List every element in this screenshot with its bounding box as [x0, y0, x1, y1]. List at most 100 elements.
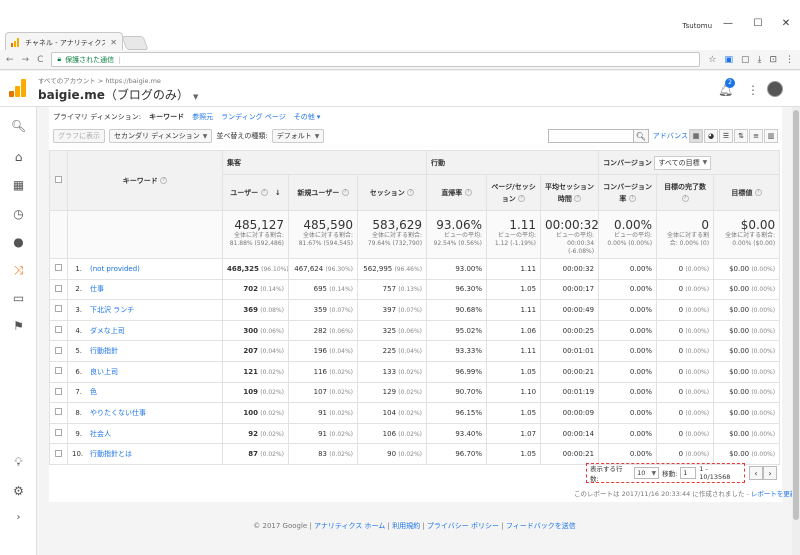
- back-icon[interactable]: ←: [6, 55, 14, 65]
- keyword-link[interactable]: 下北沢 ランチ: [90, 306, 134, 314]
- table-search-input[interactable]: [547, 129, 634, 143]
- keyword-link[interactable]: やりたくない仕事: [90, 409, 146, 417]
- help-icon[interactable]: ?: [754, 189, 762, 196]
- row-checkbox[interactable]: [55, 264, 62, 272]
- avatar[interactable]: [767, 81, 783, 97]
- keyword-link[interactable]: 社会人: [90, 430, 111, 438]
- row-checkbox-cell[interactable]: [49, 319, 68, 342]
- new-tab-button[interactable]: [121, 36, 149, 50]
- primary-dimension-landing-page[interactable]: ランディング ページ: [221, 112, 286, 122]
- help-icon[interactable]: ?: [681, 195, 689, 202]
- profile-name[interactable]: Tsutomu: [683, 22, 712, 30]
- row-checkbox[interactable]: [55, 387, 62, 395]
- maximize-icon[interactable]: ☐: [748, 18, 768, 29]
- row-checkbox[interactable]: [55, 346, 62, 354]
- performance-view-icon[interactable]: ☰: [719, 129, 733, 143]
- analytics-logo[interactable]: [9, 79, 27, 97]
- row-checkbox-cell[interactable]: [49, 340, 68, 362]
- help-icon[interactable]: ?: [574, 195, 582, 202]
- new-users-column-header[interactable]: 新規ユーザー ?: [288, 174, 358, 211]
- help-icon[interactable]: ?: [628, 195, 636, 202]
- term-cloud-view-icon[interactable]: ≡: [749, 129, 763, 143]
- acquisition-icon[interactable]: ⤨: [10, 263, 27, 278]
- rows-per-page-select[interactable]: 10 ▼: [634, 467, 660, 479]
- help-icon[interactable]: ?: [341, 189, 349, 196]
- row-checkbox[interactable]: [55, 408, 62, 416]
- conversions-flag-icon[interactable]: ⚑: [10, 319, 27, 333]
- realtime-clock-icon[interactable]: ◷: [10, 207, 27, 221]
- keyword-link[interactable]: 仕事: [90, 285, 104, 293]
- help-icon[interactable]: ?: [518, 195, 526, 202]
- row-checkbox-cell[interactable]: [49, 258, 68, 280]
- more-options-icon[interactable]: ⋮: [747, 83, 759, 97]
- bounce-rate-column-header[interactable]: 直帰率 ?: [426, 174, 488, 211]
- conversion-rate-column-header[interactable]: コンバージョン率 ?: [598, 174, 658, 211]
- table-view-icon[interactable]: ▦: [689, 129, 703, 143]
- keyword-link[interactable]: 色: [90, 388, 97, 396]
- select-all-cell[interactable]: [49, 150, 68, 211]
- chrome-menu-icon[interactable]: ⋮: [785, 55, 794, 65]
- primary-dimension-source[interactable]: 参照元: [192, 112, 213, 122]
- row-checkbox-cell[interactable]: [49, 299, 68, 321]
- primary-dimension-other[interactable]: その他 ▾: [294, 112, 321, 122]
- row-checkbox[interactable]: [55, 449, 62, 457]
- secondary-dimension-dropdown[interactable]: セカンダリ ディメンション ▼: [109, 129, 213, 143]
- row-checkbox-cell[interactable]: [49, 422, 68, 445]
- extension-icon-2[interactable]: ▢: [741, 55, 750, 65]
- row-checkbox[interactable]: [55, 305, 62, 313]
- row-checkbox[interactable]: [55, 429, 62, 437]
- avg-session-duration-column-header[interactable]: 平均セッション時間 ?: [540, 174, 600, 211]
- users-column-header[interactable]: ユーザー ? ↓: [222, 174, 289, 211]
- sessions-column-header[interactable]: セッション ?: [356, 174, 428, 211]
- breadcrumb[interactable]: すべてのアカウント > https://baigie.me: [38, 75, 161, 85]
- footer-link-analytics-home[interactable]: アナリティクス ホーム: [314, 522, 385, 530]
- keyword-link[interactable]: 良い上司: [90, 368, 118, 376]
- property-selector[interactable]: baigie.me（ブログのみ） ▼: [38, 86, 198, 103]
- home-icon[interactable]: ⌂: [10, 150, 27, 164]
- search-icon[interactable]: 🔍︎: [10, 119, 27, 133]
- row-checkbox-cell[interactable]: [49, 443, 68, 465]
- footer-link-terms[interactable]: 利用規約: [392, 522, 420, 530]
- keyword-link[interactable]: ダメな上司: [90, 327, 125, 335]
- reload-icon[interactable]: C: [37, 55, 43, 65]
- advanced-filter-link[interactable]: アドバンス: [653, 131, 688, 141]
- goal-selector-dropdown[interactable]: すべての目標 ▼: [654, 155, 712, 170]
- omnibox[interactable]: 🔒︎ 保護された通信 |: [51, 52, 701, 67]
- footer-link-privacy[interactable]: プライバシー ポリシー: [427, 522, 499, 530]
- sort-type-dropdown[interactable]: デフォルト ▼: [271, 129, 325, 143]
- row-checkbox-cell[interactable]: [49, 381, 68, 404]
- row-checkbox[interactable]: [55, 367, 62, 375]
- search-icon[interactable]: 🔍︎: [632, 129, 649, 143]
- help-icon[interactable]: ?: [160, 177, 168, 184]
- row-checkbox-cell[interactable]: [49, 278, 68, 301]
- plot-rows-button[interactable]: グラフに表示: [53, 129, 105, 143]
- row-checkbox[interactable]: [55, 326, 62, 334]
- select-all-checkbox[interactable]: [55, 176, 62, 183]
- discover-lightbulb-icon[interactable]: 💡︎: [10, 455, 27, 470]
- goal-value-column-header[interactable]: 目標値 ?: [713, 174, 781, 211]
- help-icon[interactable]: ?: [260, 189, 268, 196]
- behavior-icon[interactable]: ▭: [10, 291, 27, 305]
- pie-view-icon[interactable]: ◕: [704, 129, 718, 143]
- row-checkbox-cell[interactable]: [49, 360, 68, 383]
- footer-link-feedback[interactable]: フィードバックを送信: [506, 522, 576, 530]
- refresh-report-link[interactable]: レポートを更新: [751, 490, 797, 498]
- scrollbar-thumb[interactable]: [793, 110, 799, 520]
- help-icon[interactable]: ?: [407, 189, 415, 196]
- pages-per-session-column-header[interactable]: ページ/セッション ?: [486, 174, 542, 211]
- audience-person-icon[interactable]: ●: [10, 235, 27, 249]
- keyword-column-header[interactable]: キーワード ?: [67, 150, 223, 211]
- keyword-link[interactable]: (not provided): [90, 265, 140, 273]
- bookmark-star-icon[interactable]: ☆: [708, 55, 716, 65]
- comparison-view-icon[interactable]: ⇅: [734, 129, 748, 143]
- keyword-link[interactable]: 行動指針: [90, 347, 118, 355]
- next-page-icon[interactable]: ›: [763, 466, 777, 480]
- row-checkbox-cell[interactable]: [49, 402, 68, 424]
- expand-sidebar-icon[interactable]: ›: [10, 512, 27, 523]
- screenshot-icon[interactable]: ⊡: [769, 55, 777, 65]
- close-window-icon[interactable]: ✕: [776, 18, 796, 29]
- goal-completions-column-header[interactable]: 目標の完了数 ?: [656, 174, 715, 211]
- extension-icon[interactable]: ▣: [724, 55, 733, 65]
- minimize-icon[interactable]: —: [718, 18, 738, 29]
- admin-gear-icon[interactable]: ⚙: [10, 484, 27, 498]
